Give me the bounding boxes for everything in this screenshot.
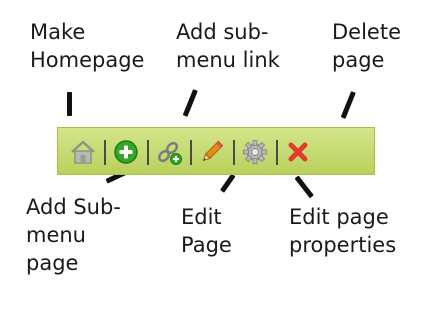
edit-page-properties-label-line1: Edit page [289, 205, 389, 229]
add-submenu-link-label: Add sub- menu link [176, 18, 280, 74]
delete-page-label: Delete page [332, 18, 401, 74]
edit-page-pointer [219, 173, 236, 193]
separator [104, 140, 106, 165]
add-submenu-link-label-line1: Add sub- [176, 20, 269, 44]
link-icon[interactable] [154, 137, 184, 167]
edit-page-properties-pointer [294, 175, 314, 199]
add-submenu-page-label: Add Sub- menu page [26, 193, 121, 277]
gear-icon[interactable] [240, 137, 270, 167]
delete-page-label-line1: Delete [332, 20, 401, 44]
add-submenu-page-label-line2: menu [26, 223, 86, 247]
page-toolbar [57, 127, 375, 175]
pencil-icon[interactable] [197, 137, 227, 167]
close-icon[interactable] [283, 137, 313, 167]
edit-page-label-line1: Edit [181, 205, 222, 229]
make-homepage-label-line2: Homepage [30, 48, 145, 72]
separator [147, 140, 149, 165]
delete-page-pointer [340, 91, 356, 119]
edit-page-properties-label-line2: properties [289, 233, 397, 257]
add-submenu-link-pointer [182, 89, 198, 117]
edit-page-properties-label: Edit page properties [289, 203, 396, 259]
separator [233, 140, 235, 165]
make-homepage-label-line1: Make [30, 20, 86, 44]
add-submenu-link-label-line2: menu link [176, 48, 280, 72]
separator [276, 140, 278, 165]
add-circle-icon[interactable] [111, 137, 141, 167]
make-homepage-pointer [67, 92, 72, 116]
add-submenu-page-label-line3: page [26, 251, 79, 275]
edit-page-label: Edit Page [181, 203, 232, 259]
add-submenu-page-label-line1: Add Sub- [26, 195, 121, 219]
home-icon[interactable] [68, 137, 98, 167]
separator [190, 140, 192, 165]
edit-page-label-line2: Page [181, 233, 232, 257]
make-homepage-label: Make Homepage [30, 18, 144, 74]
delete-page-label-line2: page [332, 48, 385, 72]
